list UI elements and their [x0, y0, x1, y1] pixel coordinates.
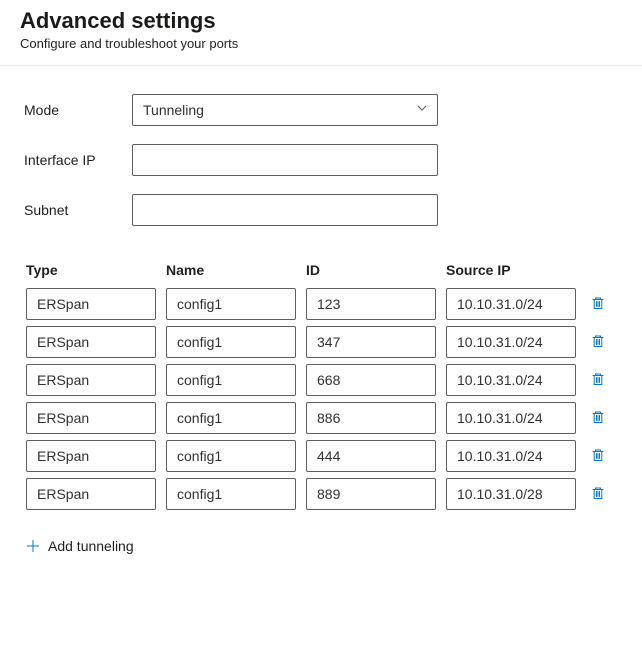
delete-row-button[interactable]: [586, 482, 610, 506]
row-name-input[interactable]: [166, 402, 296, 434]
trash-icon: [590, 485, 606, 504]
row-name-input[interactable]: [166, 364, 296, 396]
row-name-input[interactable]: [166, 288, 296, 320]
add-tunneling-button[interactable]: Add tunneling: [24, 536, 618, 556]
row-source-ip-input[interactable]: [446, 478, 576, 510]
row-id-input[interactable]: [306, 364, 436, 396]
row-id-input[interactable]: [306, 478, 436, 510]
add-tunneling-label: Add tunneling: [48, 538, 134, 554]
form-row-mode: Mode Tunneling: [24, 94, 618, 126]
row-source-ip-input[interactable]: [446, 440, 576, 472]
delete-row-button[interactable]: [586, 444, 610, 468]
row-id-input[interactable]: [306, 326, 436, 358]
interface-ip-input[interactable]: [132, 144, 438, 176]
subnet-input[interactable]: [132, 194, 438, 226]
page-subtitle: Configure and troubleshoot your ports: [20, 36, 622, 51]
row-id-input[interactable]: [306, 402, 436, 434]
row-id-input[interactable]: [306, 288, 436, 320]
col-header-id: ID: [306, 262, 436, 278]
form-row-interface-ip: Interface IP: [24, 144, 618, 176]
delete-row-button[interactable]: [586, 330, 610, 354]
trash-icon: [590, 295, 606, 314]
row-name-input[interactable]: [166, 326, 296, 358]
row-id-input[interactable]: [306, 440, 436, 472]
row-name-input[interactable]: [166, 440, 296, 472]
row-source-ip-input[interactable]: [446, 402, 576, 434]
table-row: [24, 288, 618, 320]
row-source-ip-input[interactable]: [446, 288, 576, 320]
delete-row-button[interactable]: [586, 406, 610, 430]
row-type-input[interactable]: [26, 364, 156, 396]
table-row: [24, 478, 618, 510]
subnet-label: Subnet: [24, 202, 132, 218]
col-header-type: Type: [26, 262, 156, 278]
table-row: [24, 364, 618, 396]
delete-row-button[interactable]: [586, 368, 610, 392]
table-header: Type Name ID Source IP: [24, 262, 618, 288]
tunneling-table: Type Name ID Source IP: [24, 262, 618, 510]
trash-icon: [590, 371, 606, 390]
plus-icon: [26, 539, 40, 553]
page-title: Advanced settings: [20, 8, 622, 34]
row-source-ip-input[interactable]: [446, 326, 576, 358]
row-type-input[interactable]: [26, 288, 156, 320]
panel-content: Mode Tunneling Interface IP Subnet Type …: [0, 66, 642, 580]
trash-icon: [590, 447, 606, 466]
row-type-input[interactable]: [26, 440, 156, 472]
table-row: [24, 440, 618, 472]
row-type-input[interactable]: [26, 478, 156, 510]
mode-label: Mode: [24, 102, 132, 118]
table-body: [24, 288, 618, 510]
row-type-input[interactable]: [26, 402, 156, 434]
table-row: [24, 326, 618, 358]
delete-row-button[interactable]: [586, 292, 610, 316]
mode-select-value: Tunneling: [132, 94, 438, 126]
mode-select[interactable]: Tunneling: [132, 94, 438, 126]
form-row-subnet: Subnet: [24, 194, 618, 226]
panel-header: Advanced settings Configure and troubles…: [0, 0, 642, 66]
row-source-ip-input[interactable]: [446, 364, 576, 396]
col-header-source-ip: Source IP: [446, 262, 576, 278]
row-type-input[interactable]: [26, 326, 156, 358]
trash-icon: [590, 409, 606, 428]
table-row: [24, 402, 618, 434]
col-header-actions: [586, 262, 610, 278]
row-name-input[interactable]: [166, 478, 296, 510]
interface-ip-label: Interface IP: [24, 152, 132, 168]
col-header-name: Name: [166, 262, 296, 278]
trash-icon: [590, 333, 606, 352]
